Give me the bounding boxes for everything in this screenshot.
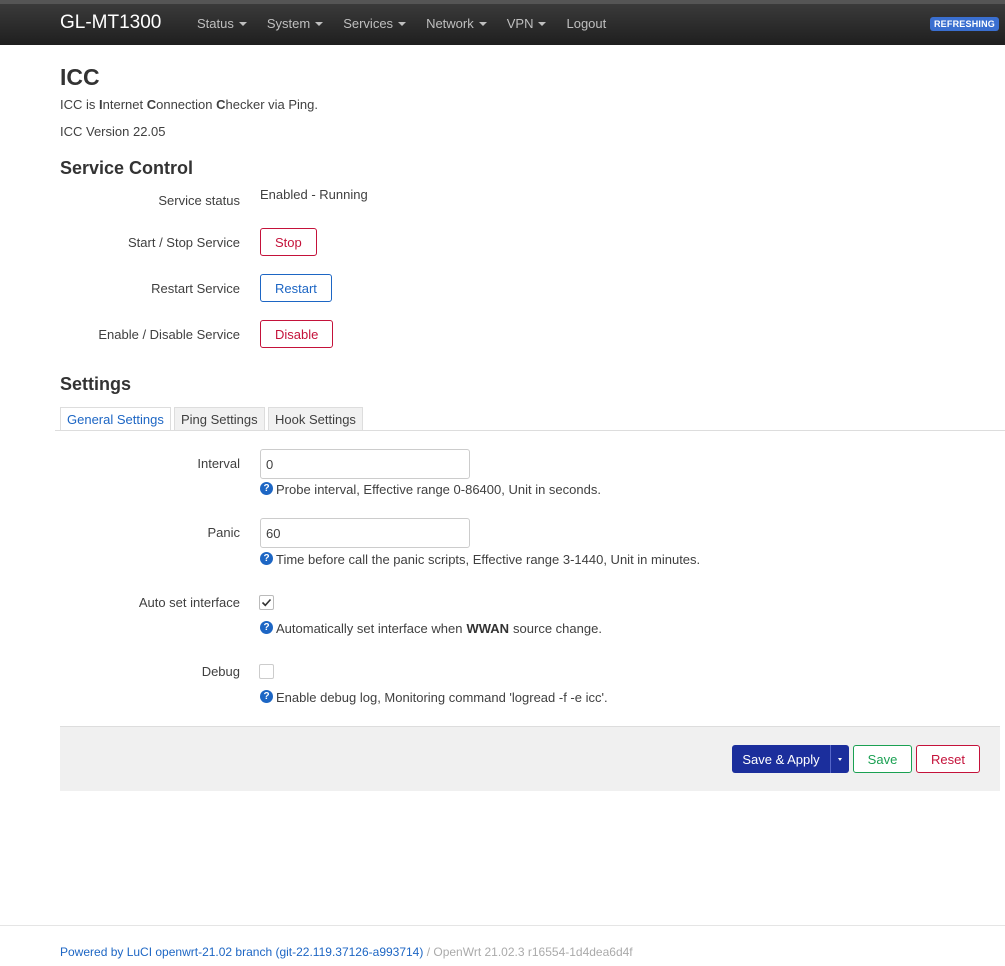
nav-item-label: Network (426, 16, 474, 31)
footer-separator: / (423, 945, 434, 959)
help-icon: ? (260, 482, 273, 495)
auto-set-interface-label: Auto set interface (138, 595, 240, 610)
auto-set-interface-checkbox[interactable] (259, 595, 274, 610)
service-control-heading: Service Control (60, 158, 194, 178)
main-nav: Status System Services Network VPN Logou… (197, 16, 626, 31)
auto-set-interface-help: ? Automatically set interface when WWAN s… (260, 621, 602, 636)
nav-item-label: Logout (566, 16, 607, 31)
panic-help: ? Time before call the panic scripts, Eff… (260, 552, 700, 567)
panic-label: Panic (207, 525, 240, 540)
service-status-value: Enabled - Running (260, 187, 368, 202)
restart-button[interactable]: Restart (260, 274, 332, 302)
enable-disable-label: Enable / Disable Service (98, 327, 240, 342)
disable-button[interactable]: Disable (260, 320, 334, 348)
save-apply-label[interactable]: Save & Apply (732, 745, 830, 773)
action-bar: Save & Apply Save Reset (60, 726, 1000, 791)
nav-item-label: Status (197, 16, 234, 31)
interval-help: ? Probe interval, Effective range 0-86400… (260, 482, 601, 497)
save-apply-dropdown[interactable] (830, 745, 849, 773)
tab-hook-settings[interactable]: Hook Settings (268, 407, 363, 431)
save-apply-button[interactable]: Save & Apply (732, 745, 849, 773)
caret-down-icon (315, 22, 324, 26)
caret-down-icon (538, 22, 547, 26)
version-text: ICC Version 22.05 (60, 124, 166, 139)
navbar: GL-MT1300 Status System Services Network… (0, 0, 1005, 45)
stop-button[interactable]: Stop (260, 228, 317, 256)
settings-heading: Settings (60, 374, 132, 394)
nav-item-system[interactable]: System (266, 16, 324, 31)
page-description: ICC is Internet Connection Checker via P… (60, 97, 318, 112)
help-icon: ? (260, 552, 273, 565)
interval-label: Interval (197, 456, 240, 471)
checkmark-icon (261, 598, 272, 607)
interval-input[interactable] (260, 449, 470, 479)
debug-checkbox[interactable] (259, 664, 274, 679)
panic-input[interactable] (260, 518, 470, 548)
caret-down-icon (238, 22, 247, 26)
help-icon: ? (260, 621, 273, 634)
page-title: ICC (60, 64, 100, 90)
luci-link[interactable]: Powered by LuCI openwrt-21.02 branch (gi… (60, 945, 423, 959)
nav-item-logout[interactable]: Logout (566, 16, 606, 31)
nav-item-label: VPN (506, 16, 534, 31)
caret-down-icon (478, 22, 487, 26)
brand-title[interactable]: GL-MT1300 (60, 12, 161, 34)
nav-item-label: Services (343, 16, 394, 31)
start-stop-label: Start / Stop Service (128, 235, 240, 250)
tabs-divider (55, 430, 1005, 431)
caret-down-icon (398, 22, 407, 26)
nav-item-status[interactable]: Status (197, 16, 247, 31)
footer-divider (0, 925, 1005, 926)
nav-item-vpn[interactable]: VPN (507, 16, 547, 31)
service-status-label: Service status (158, 193, 240, 208)
tab-general-settings[interactable]: General Settings (60, 407, 171, 431)
openwrt-version: OpenWrt 21.02.3 r16554-1d4dea6d4f (433, 945, 633, 959)
nav-item-label: System (266, 16, 311, 31)
debug-label: Debug (201, 664, 240, 679)
tab-ping-settings[interactable]: Ping Settings (174, 407, 265, 431)
debug-help: ? Enable debug log, Monitoring command 'l… (260, 690, 608, 705)
chevron-down-icon (838, 757, 842, 761)
footer: Powered by LuCI openwrt-21.02 branch (gi… (60, 945, 633, 959)
refreshing-badge[interactable]: REFRESHING (929, 17, 999, 31)
save-button[interactable]: Save (853, 745, 912, 773)
reset-button[interactable]: Reset (916, 745, 980, 773)
nav-item-network[interactable]: Network (426, 16, 487, 31)
help-icon: ? (260, 690, 273, 703)
nav-item-services[interactable]: Services (343, 16, 407, 31)
restart-label: Restart Service (151, 281, 240, 296)
